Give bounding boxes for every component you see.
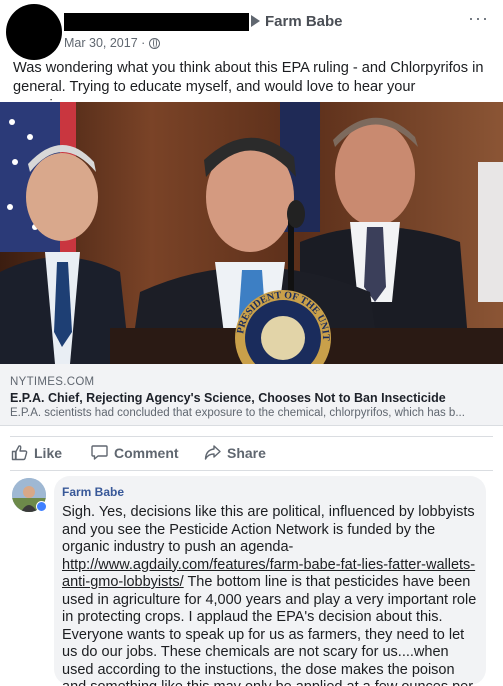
verified-badge-icon [36,501,47,512]
divider [10,470,493,471]
link-title[interactable]: E.P.A. Chief, Rejecting Agency's Science… [10,391,446,405]
link-preview-card[interactable]: NYTIMES.COM E.P.A. Chief, Rejecting Agen… [0,364,503,426]
globe-icon [149,37,161,49]
comment-author[interactable]: Farm Babe [62,485,477,499]
link-domain: NYTIMES.COM [10,376,95,388]
post-timestamp[interactable]: Mar 30, 2017 · [64,36,161,50]
link-description: E.P.A. scientists had concluded that exp… [10,407,465,419]
comment-text: Sigh. Yes, decisions like this are polit… [62,504,477,686]
shared-to-arrow-icon [251,15,260,27]
page-name-link[interactable]: Farm Babe [265,13,343,30]
like-label: Like [34,444,63,461]
post-date-text: Mar 30, 2017 · [64,36,146,50]
share-arrow-icon [204,445,221,460]
post-header: Farm Babe ··· Mar 30, 2017 · [0,0,503,60]
comment-button[interactable]: Comment [91,444,179,461]
comment-label: Comment [114,444,179,461]
press-conference-photo: PRESIDENT OF THE UNITED [0,102,503,364]
comment-icon [91,445,108,460]
like-button[interactable]: Like [11,444,62,461]
link-preview-image[interactable]: PRESIDENT OF THE UNITED [0,102,503,364]
thumbs-up-icon [11,445,28,461]
comment-bubble: Farm Babe Sigh. Yes, decisions like this… [54,476,486,686]
poster-avatar-redacted[interactable] [6,4,62,60]
poster-name-redacted [64,13,249,31]
comment-text-after: The bottom line is that pesticides have … [62,574,477,686]
share-button[interactable]: Share [204,444,266,461]
comment-text-before: Sigh. Yes, decisions like this are polit… [62,504,475,555]
post-actions-bar: Like Comment Share [0,444,503,466]
more-options-icon[interactable]: ··· [468,8,489,29]
share-label: Share [227,444,266,461]
divider [10,436,493,437]
